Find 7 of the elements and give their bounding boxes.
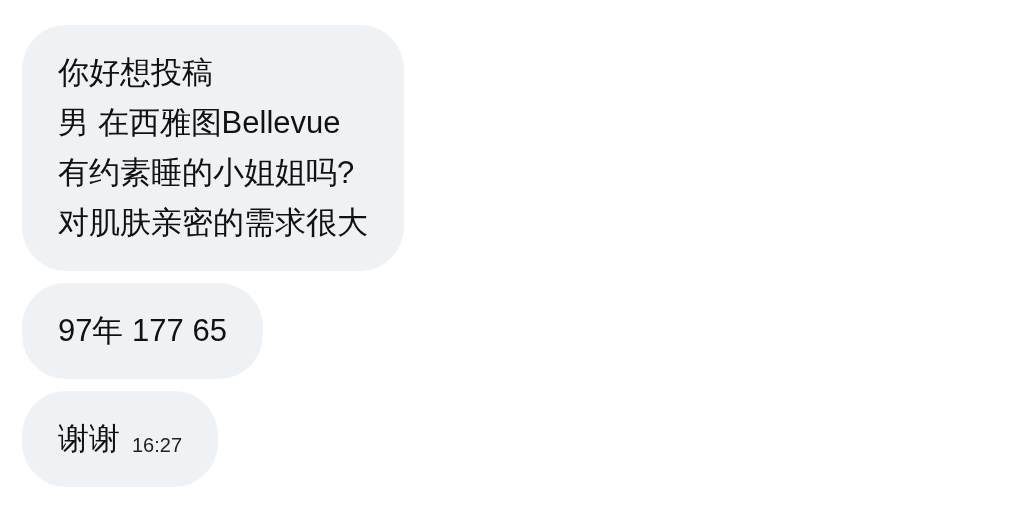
- message-text: 有约素睡的小姐姐吗?: [58, 154, 356, 192]
- message-time: 16:27: [132, 433, 183, 458]
- message-text: 你好想投稿: [58, 54, 214, 92]
- message-text: 对肌肤亲密的需求很大: [58, 204, 368, 242]
- message-text: 谢谢: [58, 420, 120, 458]
- message-text: 97年 177 65: [58, 312, 227, 350]
- message-text: 男 在西雅图Bellevue: [58, 104, 342, 142]
